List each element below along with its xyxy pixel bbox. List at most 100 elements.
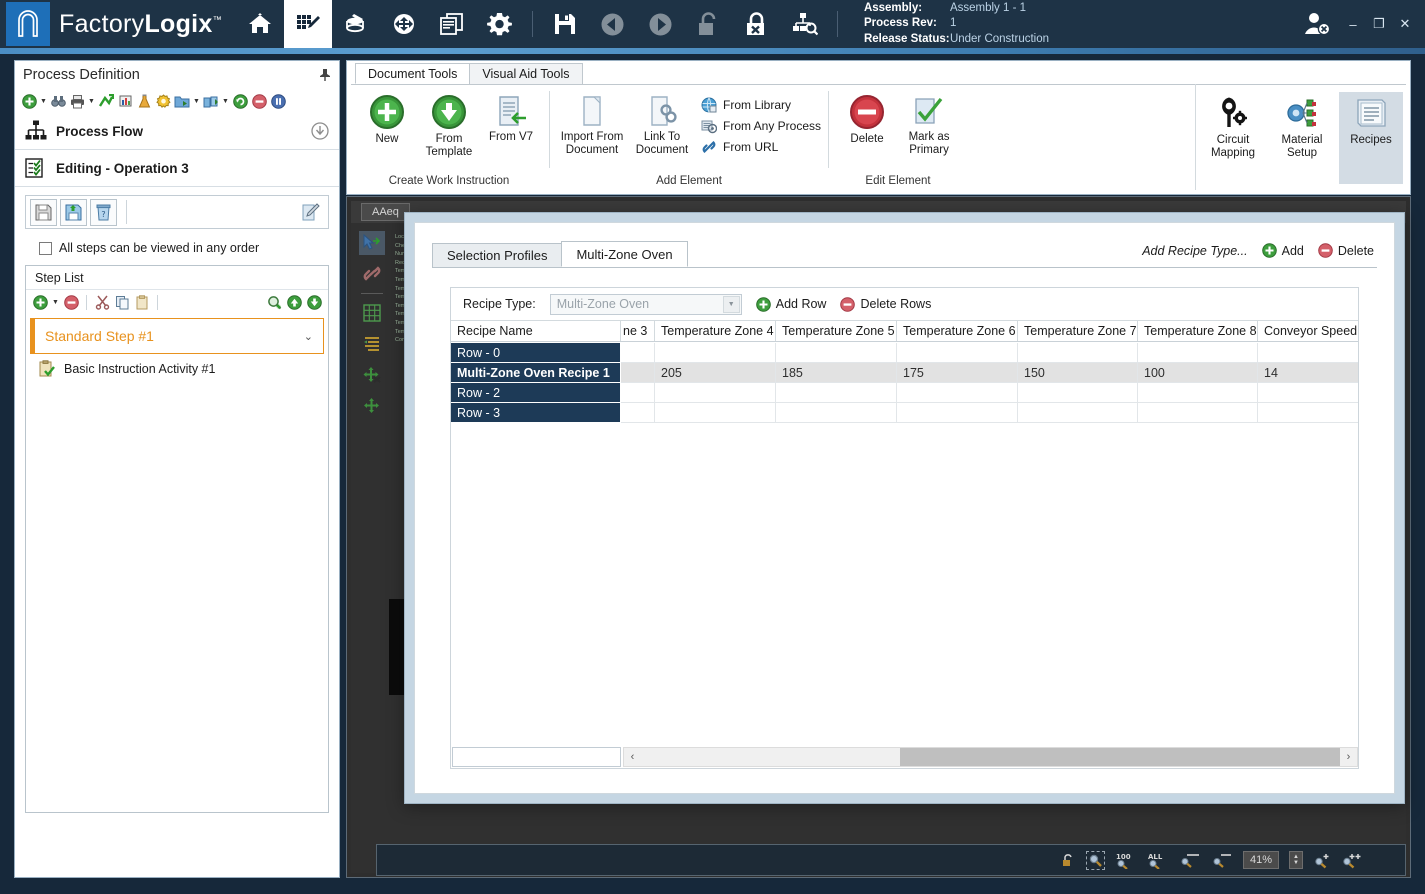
new-button[interactable]: New <box>356 91 418 149</box>
select-move-tool-icon[interactable] <box>359 231 385 255</box>
save-as-button[interactable] <box>60 199 87 226</box>
zoom-width-icon[interactable] <box>1179 852 1201 869</box>
stepper-down[interactable]: ▼ <box>1293 860 1299 866</box>
scroll-left-arrow[interactable]: ‹ <box>624 748 641 766</box>
edit-step-button[interactable] <box>297 199 324 226</box>
scroll-right-arrow[interactable]: › <box>1340 748 1357 766</box>
material-setup-button[interactable]: Material Setup <box>1270 92 1334 166</box>
tab-selection-profiles[interactable]: Selection Profiles <box>432 243 562 267</box>
grid-cell[interactable] <box>621 383 655 403</box>
grid-cell[interactable] <box>897 343 1018 363</box>
add-icon[interactable] <box>20 92 38 110</box>
collapse-down-icon[interactable] <box>311 122 329 140</box>
add-recipe-button[interactable]: Add <box>1262 243 1304 258</box>
grid-tool-icon[interactable] <box>359 301 385 325</box>
grid-cell-recipe-name[interactable]: Row - 0 <box>451 343 621 363</box>
from-library-button[interactable]: From Library <box>701 97 821 113</box>
grid-cell[interactable] <box>621 343 655 363</box>
from-v7-button[interactable]: From V7 <box>480 91 542 147</box>
home-icon[interactable] <box>236 0 284 48</box>
recipe-type-select[interactable]: Multi-Zone Oven ▼ <box>550 294 742 315</box>
grid-cell[interactable] <box>1258 403 1358 423</box>
grid-cell[interactable] <box>1018 343 1138 363</box>
grid-cell[interactable] <box>897 383 1018 403</box>
tab-document-tools[interactable]: Document Tools <box>355 63 470 84</box>
add-dropdown-caret[interactable]: ▼ <box>39 98 48 105</box>
grid-column-header[interactable]: ne 3 <box>621 321 655 341</box>
tab-multi-zone-oven[interactable]: Multi-Zone Oven <box>561 241 687 267</box>
link-tool-icon[interactable] <box>359 262 385 286</box>
pause-icon[interactable] <box>269 92 287 110</box>
grid-cell[interactable] <box>621 403 655 423</box>
grid-column-header[interactable]: Temperature Zone 7 <box>1018 321 1138 341</box>
grid-cell[interactable] <box>1258 343 1358 363</box>
close-button[interactable]: ✕ <box>1393 12 1417 36</box>
grid-cell[interactable] <box>621 363 655 383</box>
grid-cell[interactable]: 185 <box>776 363 897 383</box>
delete-rows-button[interactable]: Delete Rows <box>840 297 931 312</box>
scroll-thumb[interactable] <box>900 748 1340 766</box>
link-to-document-button[interactable]: Link To Document <box>627 91 697 160</box>
grid-cell[interactable] <box>776 403 897 423</box>
unlock-small-icon[interactable] <box>1060 852 1076 868</box>
grid-column-header[interactable]: Conveyor Speed <box>1258 321 1358 341</box>
import-dropdown-caret[interactable]: ▼ <box>221 98 230 105</box>
grid-cell[interactable] <box>897 403 1018 423</box>
move-delete-tool-icon[interactable] <box>359 363 385 387</box>
move-tool-icon[interactable] <box>359 394 385 418</box>
add-step-caret[interactable]: ▼ <box>51 299 60 306</box>
grid-cell-recipe-name[interactable]: Row - 2 <box>451 383 621 403</box>
grid-cell[interactable]: 150 <box>1018 363 1138 383</box>
import-icon[interactable] <box>202 92 220 110</box>
grid-cell[interactable] <box>1258 383 1358 403</box>
discard-button[interactable]: ? <box>90 199 117 226</box>
zoom-all-icon[interactable]: ALL <box>1147 852 1169 869</box>
grid-row[interactable]: Row - 0 <box>451 343 1358 363</box>
cut-icon[interactable] <box>93 293 111 311</box>
lock-delete-icon[interactable] <box>733 0 781 48</box>
add-step-icon[interactable] <box>31 293 49 311</box>
from-template-button[interactable]: From Template <box>418 91 480 162</box>
grid-footer-input[interactable] <box>452 747 621 767</box>
grid-cell[interactable] <box>655 383 776 403</box>
export-folder-icon[interactable] <box>173 92 191 110</box>
back-icon[interactable] <box>589 0 637 48</box>
grid-cell[interactable]: 175 <box>897 363 1018 383</box>
settings-gear-icon[interactable] <box>154 92 172 110</box>
grid-row[interactable]: Row - 2 <box>451 383 1358 403</box>
grid-cell[interactable] <box>655 403 776 423</box>
grid-cell[interactable] <box>1138 403 1258 423</box>
grid-cell[interactable] <box>655 343 776 363</box>
binoculars-icon[interactable] <box>49 92 67 110</box>
grid-cell[interactable] <box>1138 343 1258 363</box>
grid-row[interactable]: Multi-Zone Oven Recipe 12051851751501001… <box>451 363 1358 383</box>
zoom-in-more-icon[interactable] <box>1341 852 1363 869</box>
grid-column-header[interactable]: Temperature Zone 5 <box>776 321 897 341</box>
reports-icon[interactable] <box>428 0 476 48</box>
document-tab[interactable]: AAeq <box>361 203 410 221</box>
grid-cell-recipe-name[interactable]: Multi-Zone Oven Recipe 1 <box>451 363 621 383</box>
delete-recipe-button[interactable]: Delete <box>1318 243 1374 258</box>
move-down-icon[interactable] <box>305 293 323 311</box>
add-recipe-type-link[interactable]: Add Recipe Type... <box>1142 244 1247 258</box>
user-account-icon[interactable] <box>1295 2 1339 46</box>
export-dropdown-caret[interactable]: ▼ <box>192 98 201 105</box>
inspect-process-icon[interactable] <box>781 0 829 48</box>
mark-as-primary-button[interactable]: Mark as Primary <box>898 91 960 160</box>
grid-cell[interactable] <box>1018 383 1138 403</box>
scroll-track[interactable] <box>641 748 1340 766</box>
grid-column-header[interactable]: Recipe Name <box>451 321 621 341</box>
import-from-document-button[interactable]: Import From Document <box>557 91 627 160</box>
grid-column-header[interactable]: Temperature Zone 4 <box>655 321 776 341</box>
recipes-button[interactable]: Recipes <box>1339 92 1403 184</box>
refresh-icon[interactable] <box>231 92 249 110</box>
zoom-level-value[interactable]: 41% <box>1243 851 1279 869</box>
move-up-icon[interactable] <box>285 293 303 311</box>
horizontal-scrollbar[interactable]: ‹ › <box>623 747 1358 767</box>
save-step-button[interactable] <box>30 199 57 226</box>
from-any-process-button[interactable]: From Any Process <box>701 118 821 134</box>
all-steps-checkbox-row[interactable]: All steps can be viewed in any order <box>15 229 339 265</box>
materials-icon[interactable] <box>332 0 380 48</box>
grid-row[interactable]: Row - 3 <box>451 403 1358 423</box>
grid-cell[interactable] <box>776 343 897 363</box>
